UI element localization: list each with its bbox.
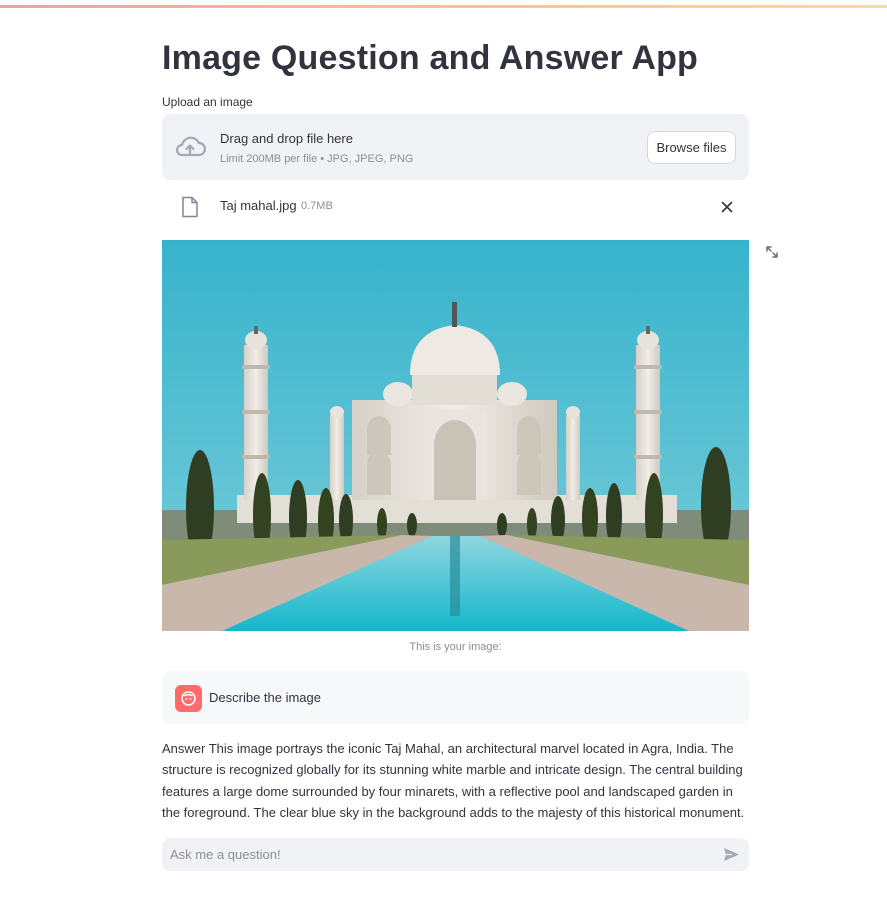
send-icon[interactable]	[723, 847, 740, 862]
file-icon	[182, 196, 198, 218]
chat-input[interactable]	[162, 838, 712, 871]
taj-mahal-photo	[162, 240, 749, 631]
browse-files-button[interactable]: Browse files	[647, 131, 736, 164]
user-message-text: Describe the image	[209, 690, 321, 705]
file-name: Taj mahal.jpg	[220, 198, 297, 213]
uploaded-image	[162, 240, 749, 631]
image-caption: This is your image:	[409, 641, 502, 653]
close-icon[interactable]	[719, 199, 735, 215]
dropzone-limit-text: Limit 200MB per file • JPG, JPEG, PNG	[220, 153, 414, 165]
page-title: Image Question and Answer App	[162, 39, 699, 76]
chat-input-container	[162, 838, 749, 871]
dropzone-instructions: Drag and drop file here	[220, 131, 353, 146]
file-dropzone[interactable]: Drag and drop file here Limit 200MB per …	[162, 114, 749, 180]
upload-label: Upload an image	[162, 95, 253, 109]
cloud-upload-icon	[175, 136, 206, 157]
page-title-container: Image Question and Answer App	[162, 34, 749, 76]
user-chat-message: Describe the image	[162, 671, 749, 724]
fullscreen-icon[interactable]	[764, 244, 780, 260]
assistant-answer: Answer This image portrays the iconic Ta…	[162, 741, 745, 820]
header-decoration	[0, 0, 887, 8]
uploaded-file-row: Taj mahal.jpg 0.7MB	[162, 190, 749, 224]
user-avatar-icon	[175, 685, 202, 712]
file-size: 0.7MB	[301, 200, 333, 212]
